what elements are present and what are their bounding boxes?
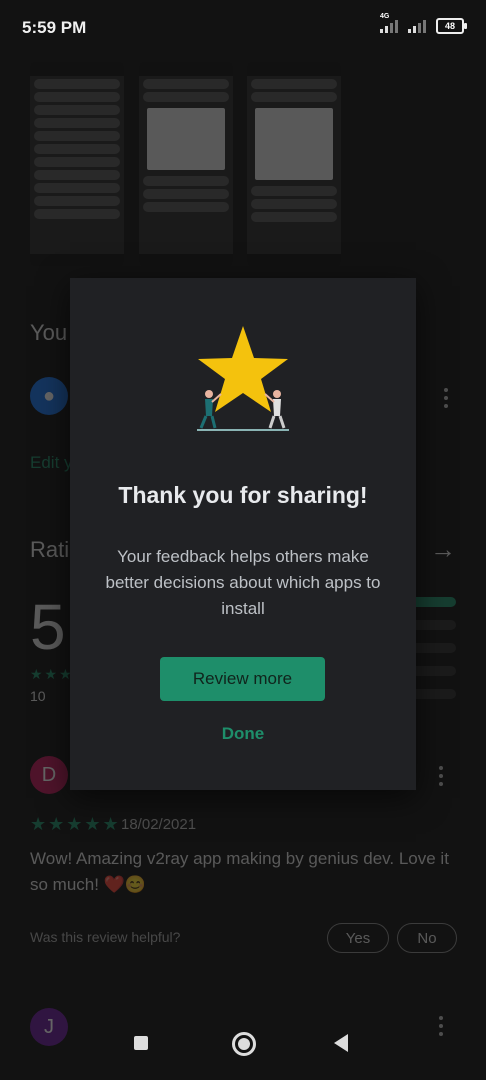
review-text: Wow! Amazing v2ray app making by genius … xyxy=(30,849,449,894)
helpful-yes-button[interactable]: Yes xyxy=(327,923,389,953)
system-nav-bar xyxy=(0,1020,486,1080)
rating-count: 10 xyxy=(30,688,46,704)
done-button[interactable]: Done xyxy=(193,724,293,744)
arrow-right-icon[interactable]: → xyxy=(430,534,456,565)
recents-icon[interactable] xyxy=(134,1036,148,1050)
screenshot-thumbnail-1[interactable] xyxy=(30,62,124,266)
review-more-button[interactable]: Review more xyxy=(160,657,325,701)
edit-review-link[interactable]: Edit y xyxy=(30,453,73,473)
review-options-icon[interactable] xyxy=(439,766,443,790)
back-icon[interactable] xyxy=(334,1034,348,1052)
battery-icon: 48 xyxy=(436,18,467,34)
screenshot-thumbnail-3[interactable] xyxy=(247,62,341,266)
screenshot-thumbnail-2[interactable] xyxy=(139,62,233,266)
helpful-no-button[interactable]: No xyxy=(397,923,457,953)
ratings-heading: Rati xyxy=(30,537,70,562)
your-review-heading: You xyxy=(30,320,68,345)
helpful-question: Was this review helpful? xyxy=(30,929,181,945)
dialog-message: Your feedback helps others make better d… xyxy=(105,547,381,618)
more-options-icon[interactable] xyxy=(444,388,448,412)
average-stars: ★★★ xyxy=(30,666,74,682)
reviewer-avatar: D xyxy=(30,756,68,794)
network-type: 4G xyxy=(380,13,390,20)
home-icon[interactable] xyxy=(232,1032,256,1056)
user-avatar: ● xyxy=(30,377,68,415)
thank-you-dialog: Thank you for sharing! Your feedback hel… xyxy=(70,278,416,790)
star-illustration-icon xyxy=(197,326,289,431)
mobile-signal-icon: 4G xyxy=(380,13,398,33)
status-bar: 5:59 PM 4G 48 xyxy=(0,0,486,56)
battery-level: 48 xyxy=(444,21,455,31)
status-time: 5:59 PM xyxy=(22,18,87,37)
dialog-title: Thank you for sharing! xyxy=(118,482,368,508)
mobile-signal-2-icon xyxy=(408,19,426,33)
review-stars: ★★★★★ xyxy=(30,814,121,834)
review-date: 18/02/2021 xyxy=(121,816,197,833)
average-rating: 5 xyxy=(30,591,66,663)
